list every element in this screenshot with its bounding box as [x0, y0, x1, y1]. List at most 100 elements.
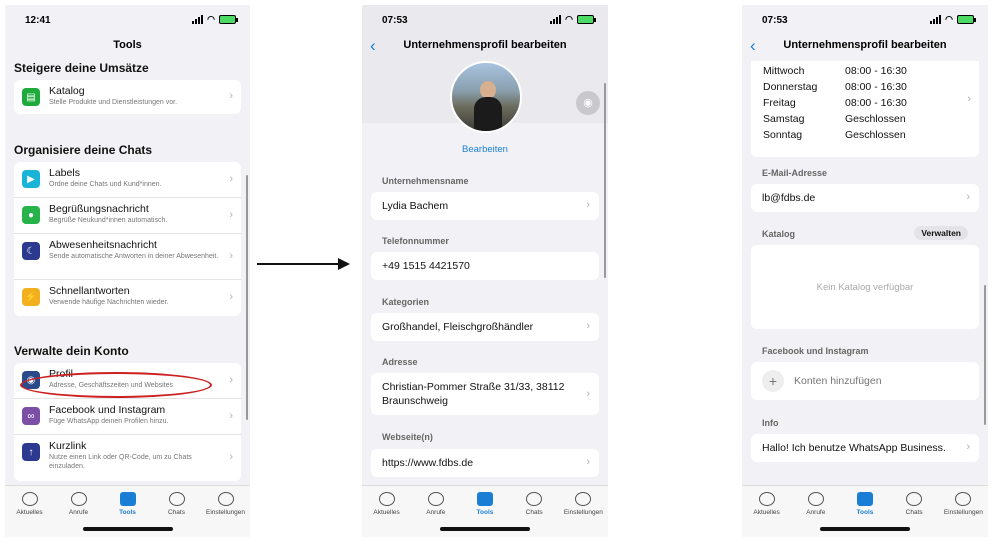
phone-field[interactable]: +49 1515 4421570	[371, 252, 599, 280]
hours-time: Geschlossen	[845, 113, 906, 125]
tools-item-facebook-instagram[interactable]: ∞ Facebook und Instagram Füge WhatsApp d…	[14, 399, 241, 435]
nav-bar: ‹ Unternehmensprofil bearbeiten	[742, 36, 988, 61]
field-label-email: E-Mail-Adresse	[762, 168, 828, 178]
edit-profile-screen: 07:53 ◠ ‹ Unternehmensprofil bearbeiten …	[362, 5, 608, 537]
page-title: Tools	[113, 39, 142, 51]
field-label-name: Unternehmensname	[382, 176, 469, 186]
signal-icon	[930, 15, 942, 24]
label-icon: ▶	[22, 170, 40, 188]
field-label-address: Adresse	[382, 357, 418, 367]
phone-icon	[70, 492, 87, 506]
tab-label: Aktuelles	[16, 509, 43, 516]
field-value: https://www.fdbs.de	[382, 457, 474, 469]
avatar[interactable]	[450, 61, 522, 133]
back-chevron-icon[interactable]: ‹	[370, 36, 376, 56]
add-accounts-button[interactable]: + Konten hinzufügen	[751, 362, 979, 400]
email-field[interactable]: lb@fdbs.de ›	[751, 184, 979, 212]
tab-updates[interactable]: Aktuelles	[363, 486, 411, 537]
tab-settings[interactable]: Einstellungen	[202, 486, 250, 537]
hours-time: 08:00 - 16:30	[845, 97, 907, 109]
chevron-right-icon: ›	[586, 456, 590, 468]
edit-photo-link[interactable]: Bearbeiten	[362, 144, 608, 155]
share-icon: ↑	[22, 443, 40, 461]
item-title: Labels	[49, 167, 80, 179]
chevron-right-icon: ›	[586, 388, 590, 400]
back-chevron-icon[interactable]: ‹	[750, 36, 756, 56]
hours-row: Mittwoch 08:00 - 16:30	[763, 65, 907, 77]
avatar-body	[474, 97, 502, 131]
field-label-website: Webseite(n)	[382, 432, 433, 442]
store-icon	[119, 492, 136, 506]
scrollbar[interactable]	[984, 285, 986, 425]
sales-card: ▤ Katalog Stelle Produkte und Dienstleis…	[14, 80, 241, 114]
tools-item-away[interactable]: ☾ Abwesenheitsnachricht Sende automatisc…	[14, 234, 241, 280]
info-field[interactable]: Hallo! Ich benutze WhatsApp Business. ›	[751, 434, 979, 462]
chat-bubble-icon: ●	[22, 206, 40, 224]
item-subtitle: Sende automatische Antworten in deiner A…	[49, 253, 219, 260]
business-name-field[interactable]: Lydia Bachem ›	[371, 192, 599, 220]
chevron-right-icon: ›	[966, 191, 970, 203]
tools-item-greeting[interactable]: ● Begrüßungsnachricht Begrüße Neukund*in…	[14, 198, 241, 234]
field-label-category: Kategorien	[382, 297, 430, 307]
chats-card: ▶ Labels Ordne deine Chats und Kund*inne…	[14, 162, 241, 316]
battery-icon	[577, 15, 596, 24]
catalog-empty-card: Kein Katalog verfügbar	[751, 245, 979, 329]
field-value: +49 1515 4421570	[382, 260, 470, 272]
tab-settings[interactable]: Einstellungen	[559, 486, 607, 537]
item-title: Begrüßungsnachricht	[49, 203, 149, 215]
tab-label: Aktuelles	[373, 509, 400, 516]
tools-item-quick-replies[interactable]: ⚡ Schnellantworten Verwende häufige Nach…	[14, 280, 241, 316]
hours-day: Donnerstag	[763, 81, 818, 93]
tab-label: Chats	[525, 509, 543, 516]
chevron-right-icon: ›	[586, 320, 590, 332]
tab-label: Anrufe	[426, 509, 446, 516]
lightning-icon: ⚡	[22, 288, 40, 306]
hours-day: Sonntag	[763, 129, 803, 141]
item-title: Schnellantworten	[49, 285, 130, 297]
tools-item-catalog[interactable]: ▤ Katalog Stelle Produkte und Dienstleis…	[14, 80, 241, 114]
tab-settings[interactable]: Einstellungen	[939, 486, 987, 537]
hours-time: 08:00 - 16:30	[845, 65, 907, 77]
tab-label: Chats	[905, 509, 923, 516]
manage-catalog-button[interactable]: Verwalten	[914, 226, 968, 240]
field-label-info: Info	[762, 418, 779, 428]
tab-updates[interactable]: Aktuelles	[6, 486, 54, 537]
hours-row: Sonntag Geschlossen	[763, 129, 906, 141]
catalog-icon: ▤	[22, 88, 40, 106]
hours-row: Samstag Geschlossen	[763, 113, 906, 125]
battery-icon	[957, 15, 976, 24]
scrollbar[interactable]	[604, 83, 606, 278]
status-bar: 07:53 ◠	[742, 5, 988, 35]
updates-icon	[21, 492, 38, 506]
field-value: Hallo! Ich benutze WhatsApp Business.	[762, 442, 946, 454]
home-indicator	[820, 527, 910, 531]
status-bar: 07:53 ◠	[362, 5, 608, 35]
chevron-right-icon: ›	[586, 199, 590, 211]
signal-icon	[550, 15, 562, 24]
camera-icon[interactable]: ◉	[576, 91, 600, 115]
meta-icon: ∞	[22, 407, 40, 425]
tab-updates[interactable]: Aktuelles	[743, 486, 791, 537]
chat-icon	[526, 492, 543, 506]
business-hours-card[interactable]: Mittwoch 08:00 - 16:30 Donnerstag 08:00 - …	[751, 61, 979, 157]
field-value: Lydia Bachem	[382, 200, 449, 212]
tab-label: Aktuelles	[753, 509, 780, 516]
tools-item-shortlink[interactable]: ↑ Kurzlink Nutze einen Link oder QR-Code…	[14, 435, 241, 481]
item-subtitle: Nutze einen Link oder QR-Code, um zu Cha…	[49, 454, 192, 470]
scrollbar[interactable]	[246, 175, 248, 420]
website-field[interactable]: https://www.fdbs.de ›	[371, 449, 599, 477]
address-field[interactable]: Christian-Pommer Straße 31/33, 38112 Bra…	[371, 373, 599, 415]
chat-icon	[906, 492, 923, 506]
hours-time: Geschlossen	[845, 129, 906, 141]
updates-icon	[758, 492, 775, 506]
category-field[interactable]: Großhandel, Fleischgroßhändler ›	[371, 313, 599, 341]
hours-time: 08:00 - 16:30	[845, 81, 907, 93]
plus-icon: +	[762, 370, 784, 392]
tab-label: Anrufe	[68, 509, 89, 516]
chevron-right-icon: ›	[229, 249, 233, 262]
item-subtitle: Füge WhatsApp deinen Profilen hinzu.	[49, 418, 169, 425]
tools-item-labels[interactable]: ▶ Labels Ordne deine Chats und Kund*inne…	[14, 162, 241, 198]
tools-screen: 12:41 ◠ Tools Steigere deine Umsätze ▤ K…	[5, 5, 250, 537]
status-icons: ◠	[550, 14, 596, 25]
hours-row: Donnerstag 08:00 - 16:30	[763, 81, 907, 93]
